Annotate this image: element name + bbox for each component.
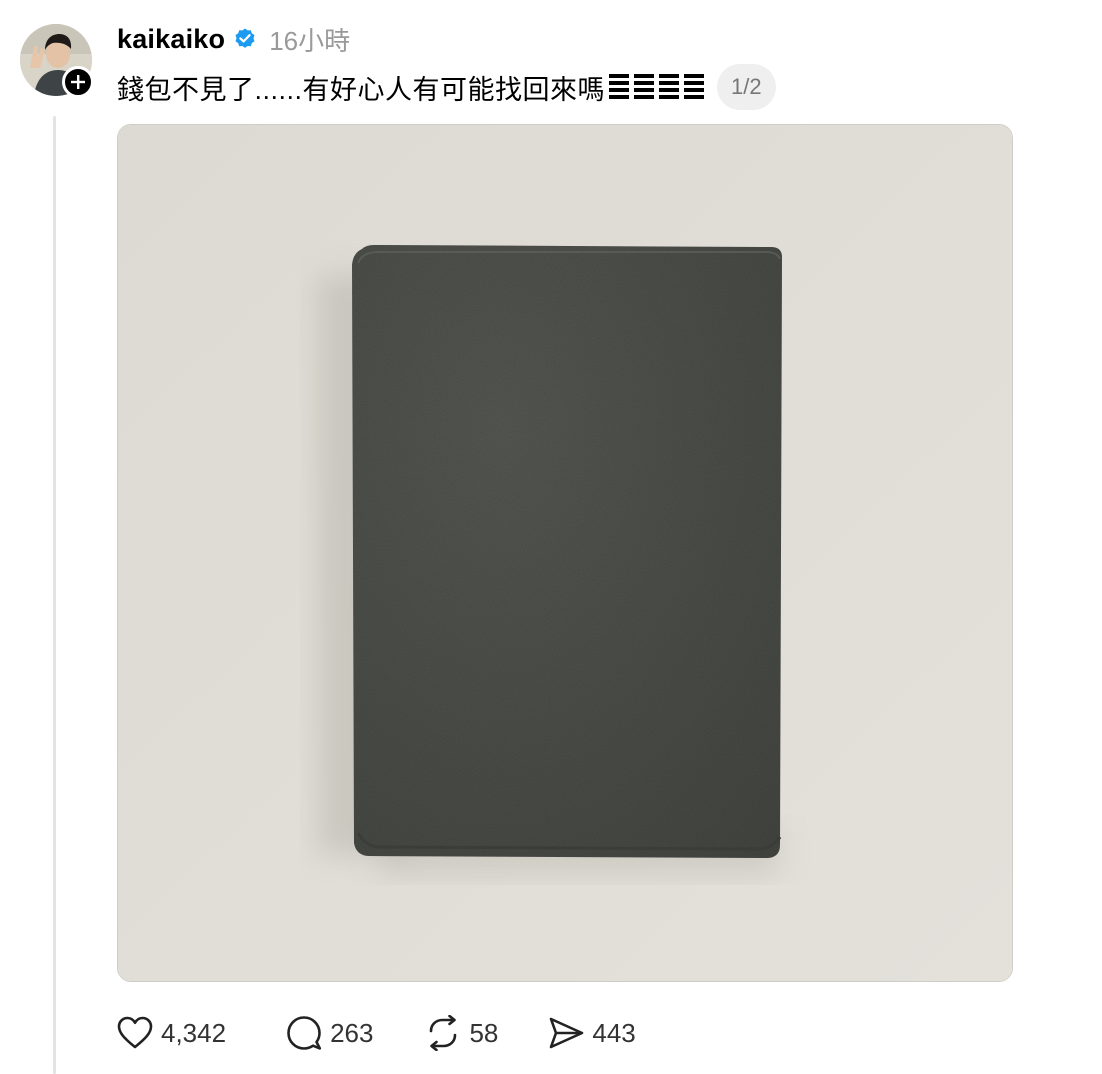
post-header: kaikaiko 16小時: [117, 22, 350, 56]
username[interactable]: kaikaiko: [117, 24, 225, 55]
carousel-page-indicator: 1/2: [717, 64, 776, 110]
share-count: 443: [592, 1017, 636, 1048]
post-caption: 錢包不見了......有好心人有可能找回來嗎: [117, 74, 606, 105]
comment-count: 263: [330, 1017, 374, 1048]
repost-icon: [430, 1015, 457, 1051]
post-actions: 4,342 263 58 443: [117, 1008, 636, 1058]
weary-face-emoji-icon: [607, 71, 707, 103]
heart-icon: [117, 1016, 153, 1049]
caption-row: 錢包不見了......有好心人有可能找回來嗎 1/2: [117, 64, 776, 110]
send-paper-plane-icon: [550, 1017, 584, 1049]
post-image[interactable]: [117, 124, 1013, 982]
leather-wallet-image-icon: [118, 125, 1012, 981]
repost-button[interactable]: 58: [425, 1015, 498, 1051]
follow-button[interactable]: [62, 66, 94, 98]
avatar-container[interactable]: [20, 24, 94, 98]
thread-line: [53, 116, 56, 1074]
comment-bubble-icon: [287, 1016, 322, 1050]
verified-badge-icon: [233, 27, 257, 51]
like-button[interactable]: 4,342: [117, 1016, 226, 1050]
like-count: 4,342: [161, 1017, 227, 1048]
comment-button[interactable]: 263: [286, 1015, 373, 1051]
share-button[interactable]: 443: [548, 1016, 636, 1050]
timestamp: 16小時: [269, 25, 351, 56]
plus-icon: [71, 75, 85, 89]
repost-count: 58: [469, 1017, 499, 1048]
